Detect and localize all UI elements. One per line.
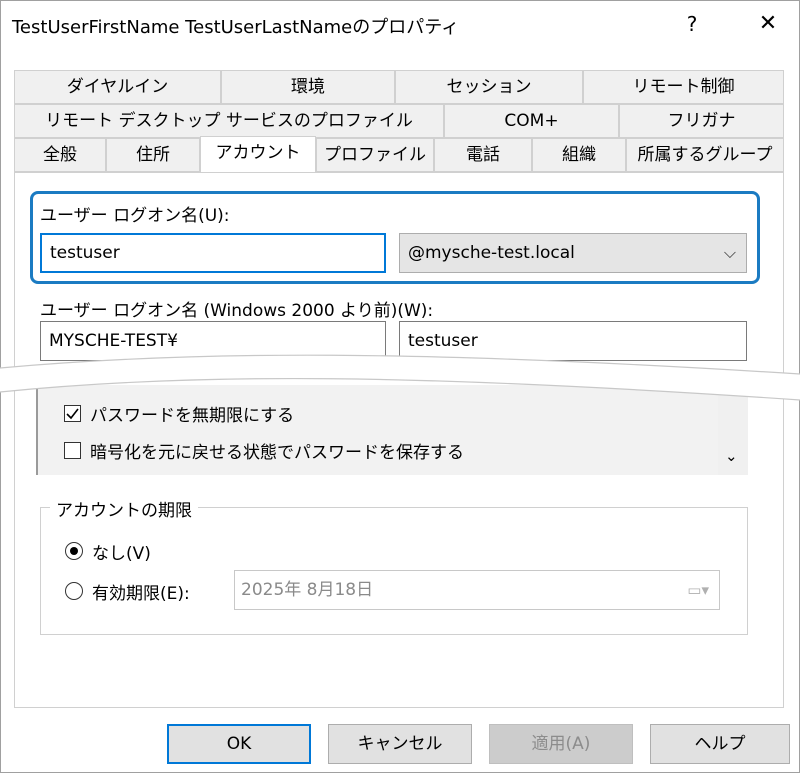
- reversible-encryption-label: 暗号化を元に戻せる状態でパスワードを保存する: [90, 443, 464, 463]
- radio-selected-dot: [70, 547, 78, 555]
- tab-strip: ダイヤルイン 環境 セッション リモート制御 リモート デスクトップ サービスの…: [14, 70, 784, 178]
- close-icon[interactable]: ✕: [748, 6, 788, 42]
- window-title: TestUserFirstName TestUserLastNameのプロパティ: [12, 17, 460, 38]
- tab-com-plus[interactable]: COM+: [444, 104, 619, 138]
- reversible-encryption-checkbox[interactable]: [64, 442, 81, 459]
- help-icon[interactable]: ?: [672, 6, 712, 42]
- tab-sessions[interactable]: セッション: [395, 70, 583, 104]
- never-radio[interactable]: [65, 542, 83, 560]
- tab-remote-control[interactable]: リモート制御: [583, 70, 784, 104]
- highlight-box: [30, 191, 760, 284]
- expiry-date-picker: 2025年 8月18日 ▭▾: [234, 570, 720, 610]
- tab-dial-in[interactable]: ダイヤルイン: [14, 70, 221, 104]
- tab-account[interactable]: アカウント: [200, 136, 316, 172]
- never-radio-label: なし(V): [92, 544, 151, 564]
- end-of-radio[interactable]: [65, 582, 83, 600]
- tab-telephones[interactable]: 電話: [434, 138, 532, 172]
- tab-environment[interactable]: 環境: [221, 70, 395, 104]
- tab-member-of[interactable]: 所属するグループ: [626, 138, 784, 172]
- tab-general[interactable]: 全般: [14, 138, 106, 172]
- account-expires-title: アカウントの期限: [50, 496, 198, 521]
- tab-rds-profile[interactable]: リモート デスクトップ サービスのプロファイル: [14, 104, 444, 138]
- title-bar: TestUserFirstName TestUserLastNameのプロパティ…: [0, 0, 800, 50]
- apply-button: 適用(A): [489, 724, 633, 764]
- tab-organization[interactable]: 組織: [532, 138, 626, 172]
- expiry-date-value: 2025年 8月18日: [241, 580, 374, 600]
- help-button[interactable]: ヘルプ: [650, 724, 790, 764]
- tab-furigana[interactable]: フリガナ: [619, 104, 784, 138]
- cancel-button[interactable]: キャンセル: [328, 724, 472, 764]
- tab-profile[interactable]: プロファイル: [316, 138, 434, 172]
- pre2000-logon-label: ユーザー ログオン名 (Windows 2000 より前)(W):: [40, 301, 434, 321]
- end-of-radio-label: 有効期限(E):: [92, 584, 190, 604]
- tab-address[interactable]: 住所: [106, 138, 200, 172]
- scroll-down-icon[interactable]: ⌄: [725, 447, 738, 465]
- crop-wave: [0, 354, 800, 401]
- ok-button[interactable]: OK: [167, 724, 311, 764]
- calendar-icon: ▭▾: [687, 581, 709, 599]
